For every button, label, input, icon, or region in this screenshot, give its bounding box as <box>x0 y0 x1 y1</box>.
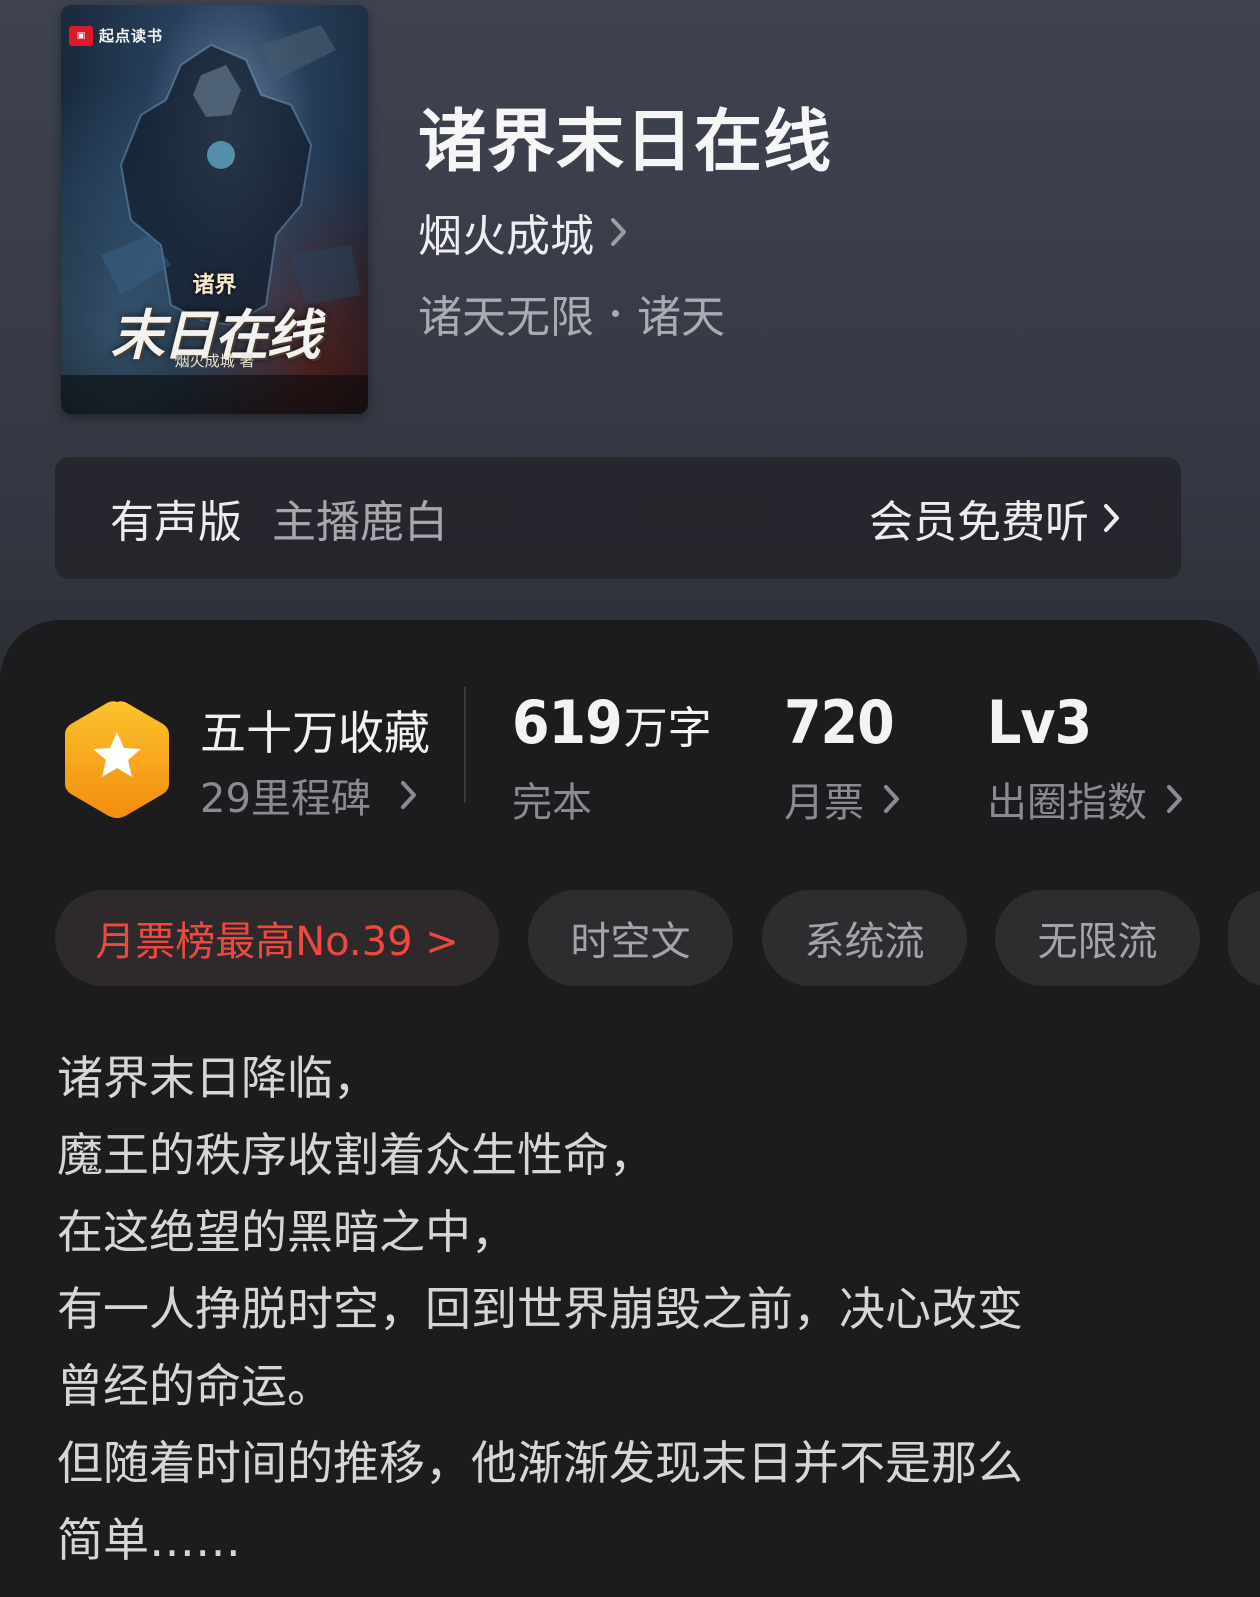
word-count-unit: 万字 <box>623 703 712 754</box>
description-line: 诸界末日降临， <box>57 1051 379 1105</box>
cover-publisher-logo: ▣ 起点读书 <box>69 25 163 46</box>
tag-monthly-rank[interactable]: 月票榜最高No.39 > <box>55 890 499 986</box>
description-line: 曾经的命运。 <box>57 1359 333 1413</box>
audio-version-bar[interactable]: 有声版 主播鹿白 会员免费听 <box>55 457 1181 579</box>
author-link[interactable]: 烟火成城 <box>418 200 630 264</box>
tag-infinite[interactable]: 无限流 <box>995 890 1200 986</box>
book-description[interactable]: 诸界末日降临， 魔王的秩序收割着众生性命， 在这绝望的黑暗之中， 有一人挣脱时空… <box>57 1040 1207 1579</box>
book-title: 诸界末日在线 <box>418 102 833 182</box>
collections-count: 五十万收藏 <box>200 706 430 760</box>
word-count-stat: 619万字 完本 <box>512 688 712 828</box>
tag-time-space[interactable]: 时空文 <box>528 890 733 986</box>
genre-main: 诸天无限 <box>418 292 594 343</box>
chevron-right-icon <box>400 781 416 809</box>
audio-host-name: 主播鹿白 <box>272 497 448 548</box>
tag-system[interactable]: 系统流 <box>762 890 967 986</box>
cover-publisher: 起点读书 <box>99 27 164 45</box>
star-badge-icon <box>65 701 169 818</box>
popularity-level: Lv3 <box>987 688 1092 758</box>
milestones-link[interactable]: 29里程碑 <box>200 766 419 824</box>
genre-separator-dot <box>612 309 619 317</box>
description-line: 简单…… <box>57 1513 241 1567</box>
popularity-index-label: 出圈指数 <box>987 780 1147 826</box>
chevron-right-icon <box>884 785 899 813</box>
member-free-listen-label: 会员免费听 <box>869 497 1089 548</box>
description-line: 魔王的秩序收割着众生性命， <box>57 1128 655 1182</box>
book-cover-image[interactable]: ▣ 起点读书 诸界 末日在线 烟火成城 著 <box>61 5 368 414</box>
popularity-index-stat[interactable]: Lv3 出圈指数 <box>987 688 1185 828</box>
monthly-votes-stat[interactable]: 720 月票 <box>784 688 902 828</box>
member-free-listen-button[interactable]: 会员免费听 <box>869 486 1123 550</box>
milestones-count: 29里程碑 <box>200 776 371 822</box>
completion-status: 完本 <box>512 780 592 826</box>
description-line: 但随着时间的推移，他渐渐发现末日并不是那么 <box>57 1436 1023 1490</box>
stats-divider <box>464 687 466 803</box>
cover-author-line: 烟火成城 著 <box>174 352 255 370</box>
description-line: 有一人挣脱时空，回到世界崩毁之前，决心改变 <box>57 1282 1023 1336</box>
description-line: 在这绝望的黑暗之中， <box>57 1205 517 1259</box>
monthly-votes-label: 月票 <box>784 780 864 826</box>
book-detail-page: ▣ 起点读书 诸界 末日在线 烟火成城 著 诸界末日在线 烟火成城 诸天无限 诸… <box>0 0 1260 1597</box>
audio-version-label: 有声版 <box>110 497 242 548</box>
genre-row[interactable]: 诸天无限 诸天 <box>418 281 725 345</box>
chevron-right-icon <box>611 218 626 246</box>
word-count-value: 619 <box>512 688 623 758</box>
author-name: 烟火成城 <box>418 211 594 262</box>
chevron-right-icon <box>1104 504 1119 532</box>
chevron-right-icon <box>1167 785 1182 813</box>
publisher-logo-icon: ▣ <box>69 25 93 46</box>
genre-sub: 诸天 <box>637 292 725 343</box>
monthly-votes-value: 720 <box>784 688 895 758</box>
